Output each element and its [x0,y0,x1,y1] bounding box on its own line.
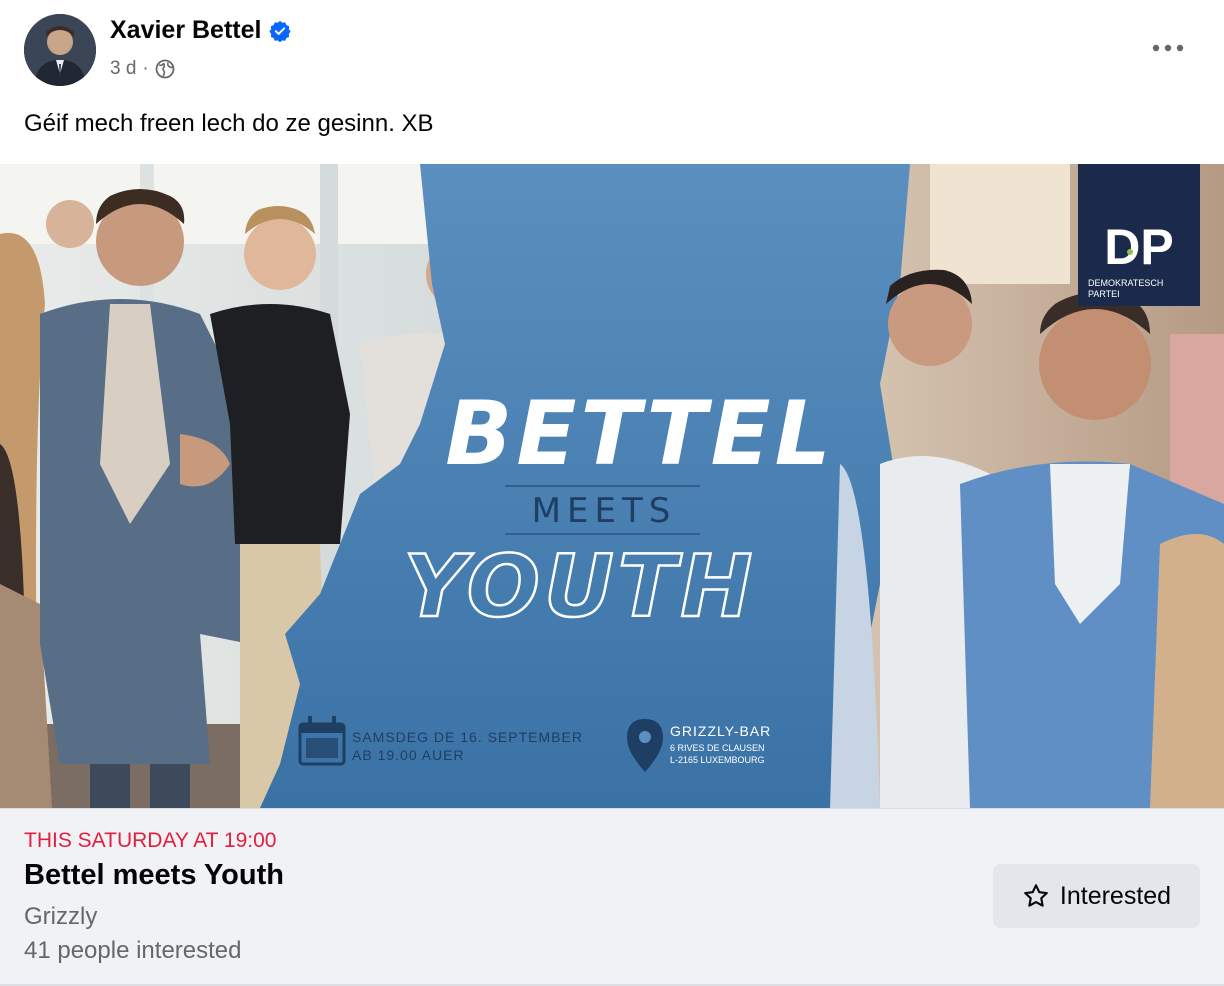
post-meta: 3 d · [110,58,175,80]
banner-headline: BETTEL [445,382,834,485]
event-interested-count: 41 people interested [24,937,242,964]
event-title[interactable]: Bettel meets Youth [24,859,284,892]
author-avatar[interactable] [24,14,96,86]
star-icon [1024,884,1048,907]
event-card[interactable]: THIS SATURDAY AT 19:00 Bettel meets Yout… [0,808,1224,984]
author-name-row: Xavier Bettel [110,16,292,45]
dp-party-logo: DP DEMOKRATESCH PARTEI [1078,164,1200,306]
meta-separator: · [142,58,149,79]
logo-line1: DEMOKRATESCH [1088,278,1163,288]
banner-middle: MEETS [532,491,677,531]
event-venue: Grizzly [24,903,98,930]
event-banner: DP DEMOKRATESCH PARTEI BETTEL MEETS YOUT… [0,164,1224,808]
verified-badge-icon [269,20,292,42]
banner-venue-line1: GRIZZLY-BAR [670,723,771,739]
more-options-button[interactable] [1144,28,1192,68]
logo-letters: DP [1104,219,1173,275]
calendar-icon [298,716,346,766]
banner-date-line2: AB 19.00 AUER [352,747,465,763]
logo-line2: PARTEI [1088,289,1120,299]
event-cover-image[interactable]: DP DEMOKRATESCH PARTEI BETTEL MEETS YOUT… [0,164,1224,808]
banner-date-line1: SAMSDEG DE 16. SEPTEMBER [352,729,583,745]
banner-venue-line2: 6 RIVES DE CLAUSEN [670,743,765,753]
banner-venue-line3: L-2165 LUXEMBOURG [670,755,765,765]
post-header: Xavier Bettel 3 d · [0,0,1224,100]
post-time[interactable]: 3 d [110,58,136,80]
post-caption: Géif mech freen lech do ze gesinn. XB [24,110,434,137]
banner-bottom: YOUTH [404,537,757,637]
more-options-icon [1152,44,1184,52]
interested-button-label: Interested [1059,881,1172,910]
interested-button[interactable]: Interested [993,864,1200,928]
globe-icon[interactable] [155,59,175,79]
author-name[interactable]: Xavier Bettel [110,16,261,45]
event-datetime: THIS SATURDAY AT 19:00 [24,829,277,852]
